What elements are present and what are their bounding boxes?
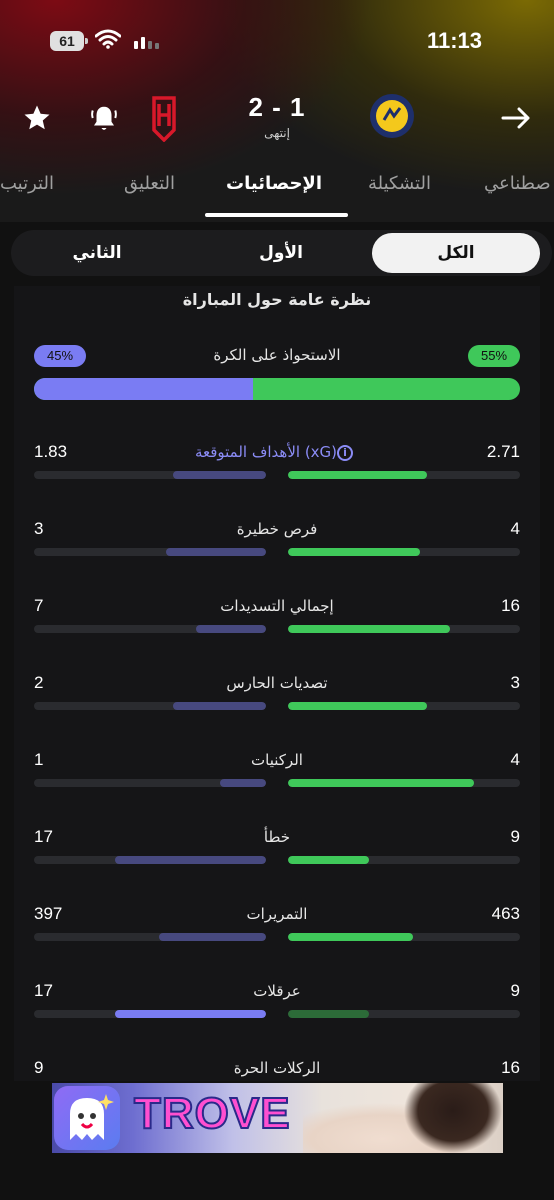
stat-home-value: 16 xyxy=(501,1058,520,1077)
ghost-icon xyxy=(70,1094,114,1140)
info-icon[interactable]: i xyxy=(337,444,354,461)
possession-bar xyxy=(34,378,520,400)
match-header: 2 - 1 إنتهى xyxy=(0,80,554,160)
stat-away-fill xyxy=(220,779,266,787)
bell-icon xyxy=(91,106,117,130)
stat-away-track xyxy=(34,548,266,556)
period-selector: الكل الأول الثاني xyxy=(11,230,552,276)
stat-home-fill xyxy=(288,856,369,864)
tab-ai[interactable]: صطناعي xyxy=(484,173,551,194)
home-team-logo[interactable] xyxy=(368,92,416,140)
tab-statistics[interactable]: الإحصائيات xyxy=(226,173,322,194)
status-time: 11:13 xyxy=(426,28,482,53)
active-tab-indicator xyxy=(205,213,348,217)
stat-away-track xyxy=(34,1010,266,1018)
stat-home-value: 4 xyxy=(510,750,520,769)
battery-indicator: 61 xyxy=(50,31,88,51)
stat-home-fill xyxy=(288,702,427,710)
stat-away-fill xyxy=(159,933,266,941)
stat-home-track xyxy=(288,471,520,479)
stat-row: 17 خطأ 9 xyxy=(34,827,520,877)
stat-label: الركلات الحرة xyxy=(233,1059,321,1077)
stat-away-fill xyxy=(166,548,266,556)
stat-label: فرص خطيرة xyxy=(236,520,318,538)
stat-row: 17 عرقلات 9 xyxy=(34,981,520,1031)
match-status: إنتهى xyxy=(264,126,290,140)
stat-row: 397 التمريرات 463 xyxy=(34,904,520,954)
stat-home-fill xyxy=(288,779,474,787)
tab-commentary[interactable]: التعليق xyxy=(124,173,175,194)
stat-row: 1.83 الأهداف المتوقعة (xG) i 2.71 xyxy=(34,442,520,492)
segment-second-half[interactable]: الثاني xyxy=(13,233,181,273)
stat-away-fill xyxy=(173,702,266,710)
stat-away-fill xyxy=(173,471,266,479)
stat-home-track xyxy=(288,625,520,633)
stat-home-track xyxy=(288,779,520,787)
stat-label: خطأ xyxy=(263,828,291,846)
stat-home-track xyxy=(288,548,520,556)
stat-label: التمريرات xyxy=(246,905,308,923)
stat-label: إجمالي التسديدات xyxy=(220,597,334,615)
stat-away-fill xyxy=(115,856,266,864)
ad-area: TROVE xyxy=(0,1081,554,1200)
stat-home-track xyxy=(288,1010,520,1018)
favorite-button[interactable] xyxy=(17,98,57,138)
stat-home-value: 463 xyxy=(491,904,520,923)
wifi-icon xyxy=(95,29,121,49)
segment-first-half[interactable]: الأول xyxy=(197,233,365,273)
stat-home-fill xyxy=(288,471,427,479)
stat-row: 1 الركنيات 4 xyxy=(34,750,520,800)
possession-label: الاستحواذ على الكرة xyxy=(213,346,341,364)
stat-home-value: 9 xyxy=(510,981,520,1000)
stat-home-value: 9 xyxy=(510,827,520,846)
possession-away-fill xyxy=(34,378,253,400)
back-button[interactable] xyxy=(496,98,536,138)
status-bar: 61 11:13 xyxy=(0,0,554,80)
stat-home-value: 4 xyxy=(510,519,520,538)
stat-row: 9 الركلات الحرة 16 xyxy=(34,1058,520,1081)
stat-home-track xyxy=(288,933,520,941)
stat-away-track xyxy=(34,856,266,864)
match-overview-card: نظرة عامة حول المباراة 45% الاستحواذ على… xyxy=(14,286,540,1081)
stat-row: 7 إجمالي التسديدات 16 xyxy=(34,596,520,646)
ad-banner[interactable]: TROVE xyxy=(52,1083,503,1153)
notification-button[interactable] xyxy=(84,98,124,138)
stat-label: الركنيات xyxy=(251,751,303,769)
stat-home-value: 3 xyxy=(510,673,520,692)
away-team-logo[interactable] xyxy=(140,94,188,142)
card-title: نظرة عامة حول المباراة xyxy=(182,290,372,309)
stat-away-track xyxy=(34,471,266,479)
possession-home-badge: 55% xyxy=(468,345,520,367)
stat-away-fill xyxy=(196,625,266,633)
stat-home-fill xyxy=(288,548,420,556)
ad-app-icon xyxy=(54,1086,120,1150)
stat-away-track xyxy=(34,625,266,633)
arrow-right-icon xyxy=(501,107,530,129)
cellular-signal-icon xyxy=(134,37,159,49)
stat-home-value: 2.71 xyxy=(486,442,520,461)
stat-away-track xyxy=(34,779,266,787)
stat-home-fill xyxy=(288,933,413,941)
stat-label: تصديات الحارس xyxy=(226,674,328,692)
stat-label[interactable]: الأهداف المتوقعة (xG) i xyxy=(34,443,520,461)
tab-bar: صطناعي التشكيلة الإحصائيات التعليق الترت… xyxy=(0,165,554,221)
stat-home-value: 16 xyxy=(501,596,520,615)
stat-label: عرقلات xyxy=(253,982,301,1000)
stat-away-fill xyxy=(115,1010,266,1018)
stat-home-track xyxy=(288,856,520,864)
ad-image xyxy=(303,1083,503,1153)
segment-all[interactable]: الكل xyxy=(372,233,540,273)
stat-row: 3 فرص خطيرة 4 xyxy=(34,519,520,569)
tab-lineup[interactable]: التشكيلة xyxy=(368,173,431,194)
ad-brand-text: TROVE xyxy=(133,1088,291,1139)
stat-home-fill xyxy=(288,625,450,633)
stat-away-track xyxy=(34,702,266,710)
stat-away-track xyxy=(34,933,266,941)
stat-home-track xyxy=(288,702,520,710)
stat-row: 2 تصديات الحارس 3 xyxy=(34,673,520,723)
tab-standings[interactable]: الترتيب xyxy=(0,173,54,194)
star-icon xyxy=(24,105,50,130)
match-score: 2 - 1 xyxy=(248,92,306,122)
stat-home-fill xyxy=(288,1010,369,1018)
